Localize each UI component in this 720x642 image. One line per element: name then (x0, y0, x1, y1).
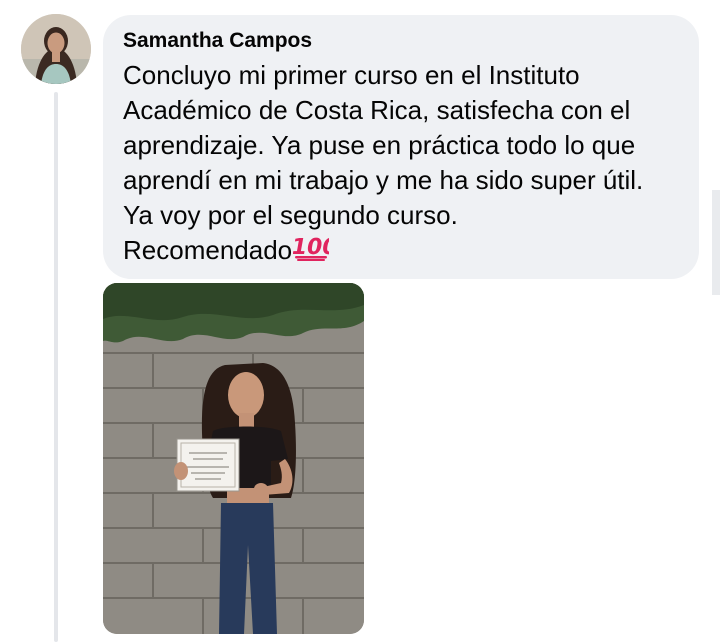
comment-text: Concluyo mi primer curso en el Instituto… (123, 58, 679, 270)
comment-line-2: Académico de Costa Rica, satisfecha con … (123, 95, 631, 125)
comment-line-4: aprendí en mi trabajo y me ha sido super… (123, 165, 644, 195)
avatar-photo (21, 14, 91, 84)
avatar[interactable] (21, 14, 91, 84)
comment-line-1: Concluyo mi primer curso en el Instituto (123, 60, 580, 90)
photo-image (103, 283, 364, 634)
comment-line-5: Ya voy por el segundo curso. (123, 200, 458, 230)
attached-photo[interactable] (103, 283, 364, 634)
hundred-points-icon: 100 (289, 233, 340, 270)
thread-line (54, 92, 58, 642)
comment-line-6: Recomendado (123, 235, 293, 265)
comment-bubble: Samantha Campos Concluyo mi primer curso… (103, 15, 699, 279)
adjacent-panel-edge (712, 190, 720, 295)
author-name[interactable]: Samantha Campos (123, 28, 679, 54)
comment-line-3: aprendizaje. Ya puse en práctica todo lo… (123, 130, 636, 160)
comment-thread: Samantha Campos Concluyo mi primer curso… (0, 0, 720, 642)
